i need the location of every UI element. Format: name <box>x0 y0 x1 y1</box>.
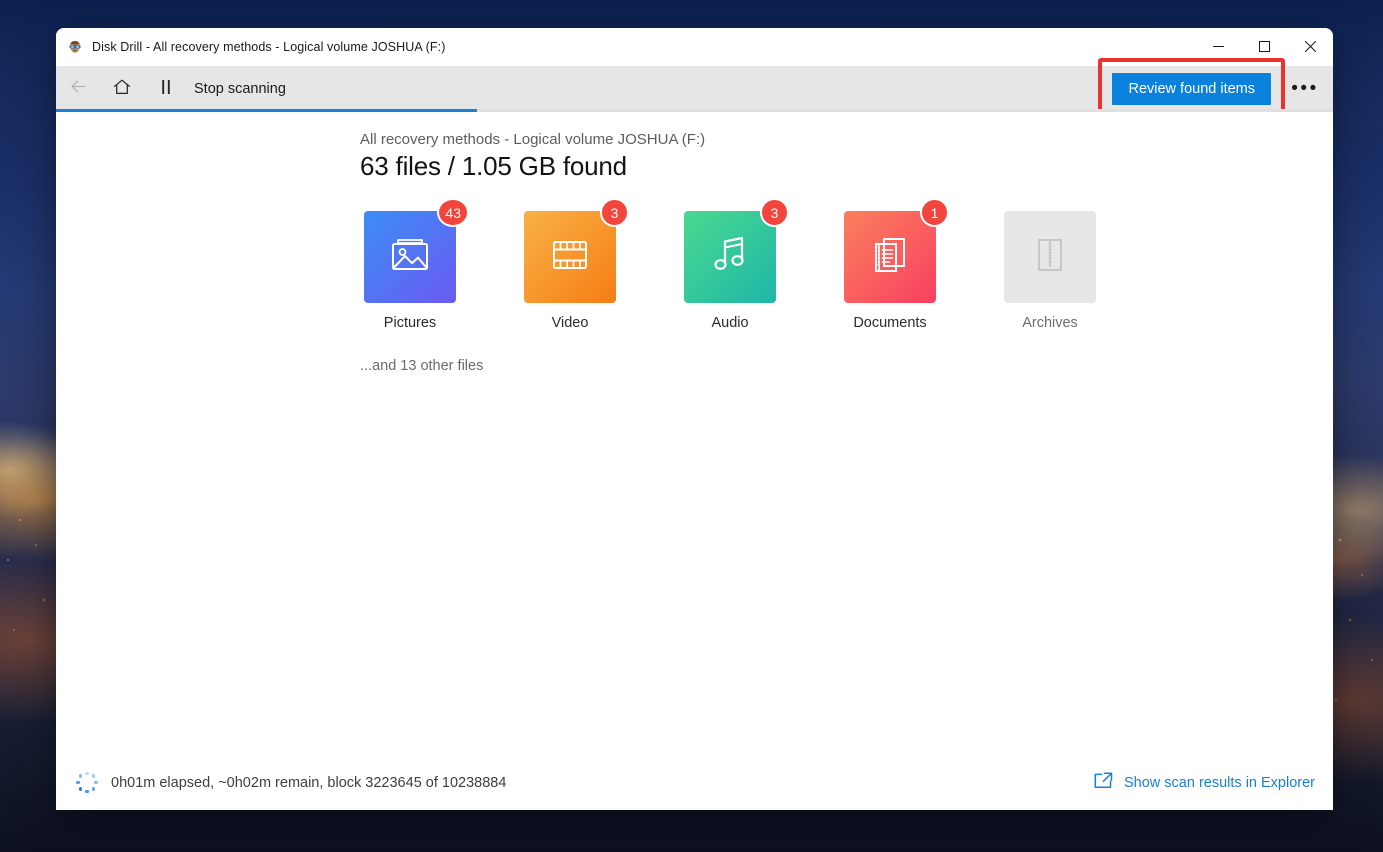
tile-documents-label: Documents <box>853 315 926 331</box>
open-in-explorer-icon <box>1094 772 1113 794</box>
other-files-text: ...and 13 other files <box>360 358 1333 374</box>
title-bar-left: Disk Drill - All recovery methods - Logi… <box>56 39 1195 55</box>
tile-archives-label: Archives <box>1022 315 1078 331</box>
picture-icon <box>387 234 433 281</box>
show-in-explorer-link[interactable]: Show scan results in Explorer <box>1094 772 1315 794</box>
stop-scanning-label[interactable]: Stop scanning <box>194 81 286 97</box>
stop-scanning-button[interactable] <box>144 66 188 112</box>
more-options-button[interactable]: ••• <box>1281 66 1329 112</box>
status-bar: 0h01m elapsed, ~0h02m remain, block 3223… <box>56 754 1333 810</box>
scan-subtitle: All recovery methods - Logical volume JO… <box>360 131 1333 148</box>
tile-video-square: 3 <box>524 211 616 303</box>
tile-audio-badge: 3 <box>760 198 789 227</box>
tile-audio[interactable]: 3 Audio <box>680 211 780 331</box>
disk-drill-icon <box>67 39 83 55</box>
main-content: All recovery methods - Logical volume JO… <box>56 112 1333 754</box>
archive-icon <box>1030 233 1070 282</box>
film-icon <box>547 234 593 281</box>
documents-icon <box>868 233 912 282</box>
tile-documents-badge: 1 <box>920 198 949 227</box>
home-icon <box>112 77 132 102</box>
show-in-explorer-label: Show scan results in Explorer <box>1124 775 1315 791</box>
tile-pictures-square: 43 <box>364 211 456 303</box>
tile-video-badge: 3 <box>600 198 629 227</box>
tile-archives-square <box>1004 211 1096 303</box>
tile-audio-square: 3 <box>684 211 776 303</box>
window-controls <box>1195 28 1333 66</box>
back-arrow-icon <box>69 77 88 101</box>
file-type-tiles: 43 Pictures <box>360 211 1333 331</box>
status-bar-left: 0h01m elapsed, ~0h02m remain, block 3223… <box>76 772 506 794</box>
review-found-items-wrapper: Review found items <box>1112 73 1271 105</box>
loading-spinner-icon <box>76 772 98 794</box>
close-button[interactable] <box>1287 28 1333 66</box>
back-button[interactable] <box>56 66 100 112</box>
review-found-items-button[interactable]: Review found items <box>1112 73 1271 105</box>
tile-audio-label: Audio <box>711 315 748 331</box>
tile-documents-square: 1 <box>844 211 936 303</box>
tile-video[interactable]: 3 Video <box>520 211 620 331</box>
disk-drill-window: Disk Drill - All recovery methods - Logi… <box>56 28 1333 810</box>
minimize-button[interactable] <box>1195 28 1241 66</box>
tile-documents[interactable]: 1 Documents <box>840 211 940 331</box>
pause-icon <box>158 78 174 101</box>
found-summary-headline: 63 files / 1.05 GB found <box>360 151 1333 182</box>
toolbar: Stop scanning Review found items ••• <box>56 66 1333 112</box>
tile-video-label: Video <box>552 315 589 331</box>
home-button[interactable] <box>100 66 144 112</box>
desktop-background: Disk Drill - All recovery methods - Logi… <box>0 0 1383 852</box>
tile-pictures-badge: 43 <box>437 198 469 227</box>
scan-progress-text: 0h01m elapsed, ~0h02m remain, block 3223… <box>111 775 506 791</box>
window-title: Disk Drill - All recovery methods - Logi… <box>92 40 446 54</box>
tile-pictures[interactable]: 43 Pictures <box>360 211 460 331</box>
music-icon <box>709 233 751 282</box>
tile-pictures-label: Pictures <box>384 315 436 331</box>
maximize-button[interactable] <box>1241 28 1287 66</box>
title-bar: Disk Drill - All recovery methods - Logi… <box>56 28 1333 66</box>
tile-archives: Archives <box>1000 211 1100 331</box>
